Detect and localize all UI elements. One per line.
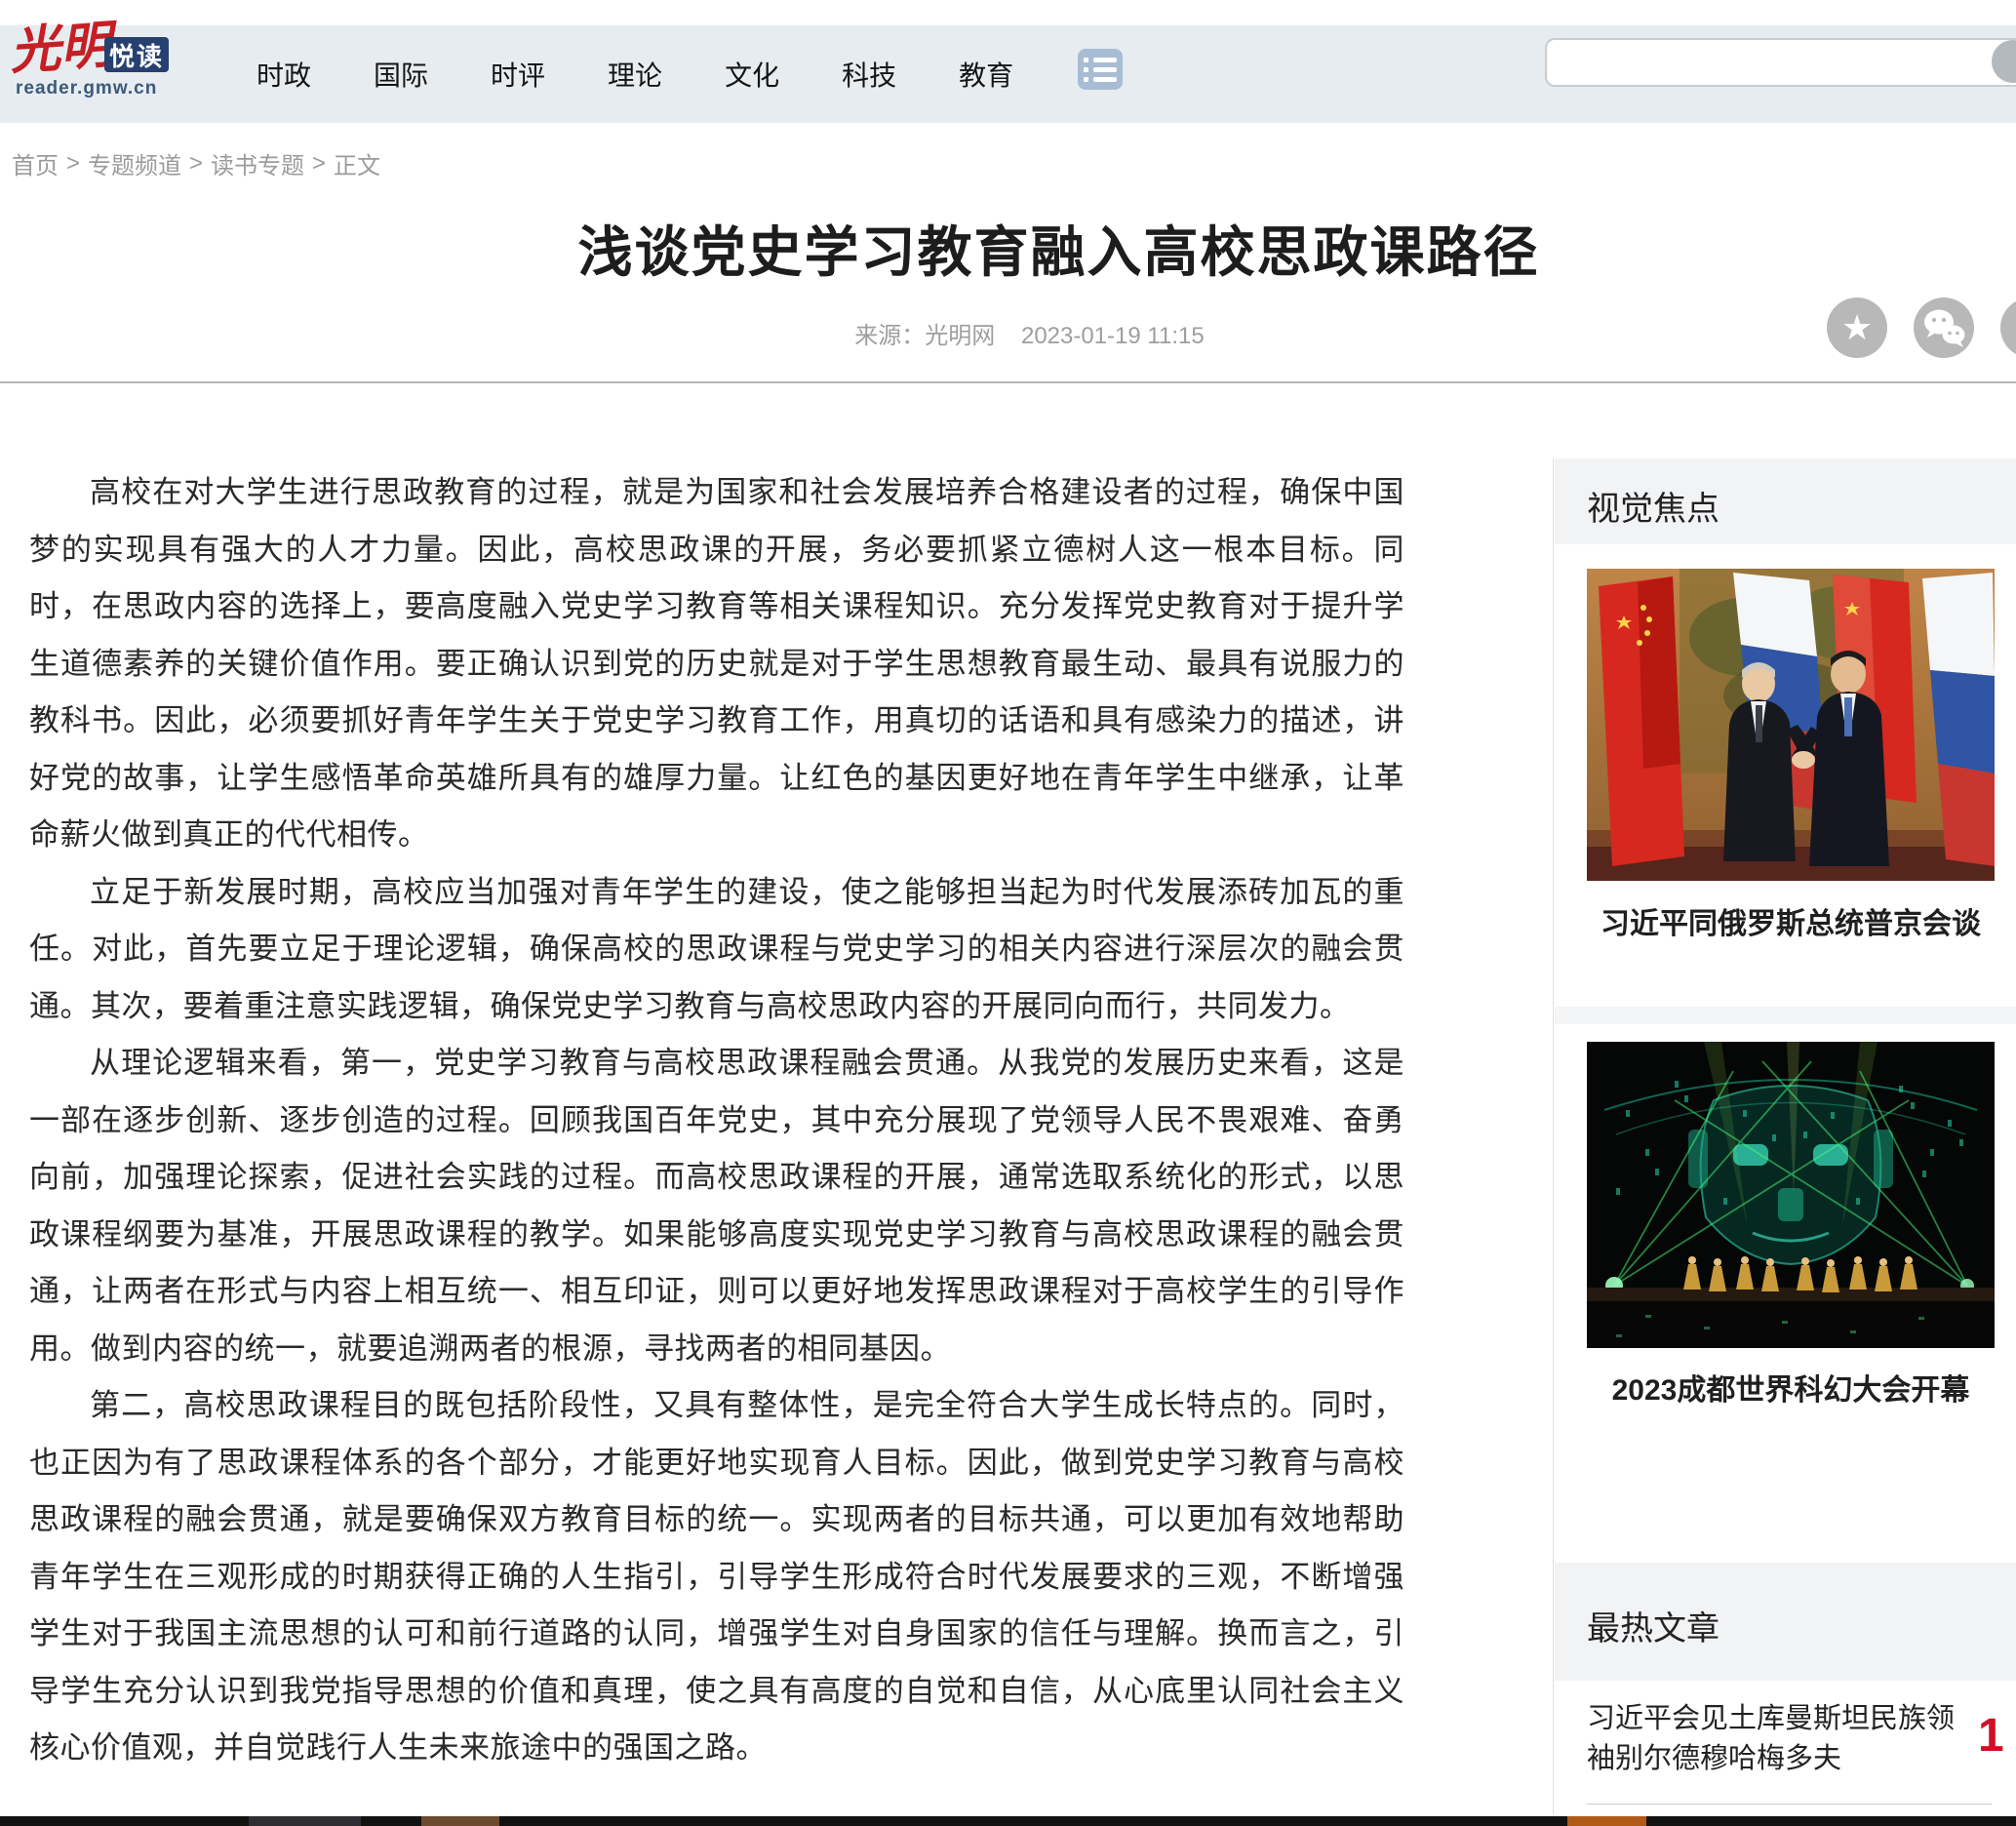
sidebar-divider-line bbox=[1553, 458, 1554, 1814]
nav-item-shizheng[interactable]: 时政 bbox=[257, 55, 311, 94]
hot-articles-title: 最热文章 bbox=[1587, 1602, 1720, 1649]
main-nav: 时政 国际 时评 理论 文化 科技 教育 bbox=[257, 55, 1013, 94]
article-source: 来源：光明网 bbox=[854, 323, 995, 349]
visual-focus-photo-xi-putin[interactable] bbox=[1587, 569, 1995, 881]
bottom-content-strip bbox=[0, 1816, 2016, 1826]
nav-item-wenhua[interactable]: 文化 bbox=[725, 55, 779, 94]
site-logo-script[interactable]: 光明 bbox=[8, 20, 112, 77]
share-buttons: ★ bbox=[1827, 298, 2016, 358]
hot-article-item-1[interactable]: 习近平会见土库曼斯坦民族领袖别尔德穆哈梅多夫 bbox=[1587, 1699, 1957, 1779]
menu-icon-row bbox=[1084, 67, 1117, 72]
qzone-star-icon: ★ bbox=[1827, 298, 1887, 358]
nav-item-keji[interactable]: 科技 bbox=[842, 55, 896, 94]
site-logo-badge[interactable]: 悦读 bbox=[104, 37, 169, 72]
visual-focus-caption-1[interactable]: 习近平同俄罗斯总统普京会谈 bbox=[1587, 899, 1995, 942]
search-input[interactable] bbox=[1557, 44, 1970, 83]
weibo-share-icon[interactable] bbox=[2000, 298, 2016, 358]
breadcrumb-separator: > bbox=[66, 150, 80, 178]
page: 光明 悦读 reader.gmw.cn 时政 国际 时评 理论 文化 科技 教育… bbox=[0, 0, 2016, 1826]
article-paragraph: 第二，高校思政课程目的既包括阶段性，又具有整体性，是完全符合大学生成长特点的。同… bbox=[29, 1377, 1404, 1777]
site-logo-domain[interactable]: reader.gmw.cn bbox=[16, 78, 157, 99]
breadcrumb-separator: > bbox=[189, 150, 203, 178]
qzone-share-icon[interactable]: ★ bbox=[1827, 298, 1887, 358]
visual-focus-caption-2[interactable]: 2023成都世界科幻大会开幕 bbox=[1587, 1366, 1995, 1409]
breadcrumb-current: 正文 bbox=[334, 146, 380, 180]
menu-icon-row bbox=[1084, 77, 1117, 82]
wechat-bubbles-icon bbox=[1914, 298, 1974, 358]
sidebar-section-separator bbox=[1555, 1007, 2016, 1024]
visual-focus-photo-scifi[interactable] bbox=[1587, 1042, 1995, 1348]
header-divider bbox=[0, 381, 2016, 383]
article-meta: 来源：光明网 2023-01-19 11:15 bbox=[101, 316, 1957, 350]
nav-item-lilun[interactable]: 理论 bbox=[608, 55, 662, 94]
menu-icon-row bbox=[1084, 58, 1117, 62]
breadcrumb: 首页 > 专题频道 > 读书专题 > 正文 bbox=[12, 146, 380, 180]
visual-focus-header: 视觉焦点 bbox=[1555, 458, 2016, 544]
article-paragraph: 高校在对大学生进行思政教育的过程，就是为国家和社会发展培养合格建设者的过程，确保… bbox=[29, 464, 1404, 864]
article-paragraph: 立足于新发展时期，高校应当加强对青年学生的建设，使之能够担当起为时代发展添砖加瓦… bbox=[29, 864, 1404, 1036]
wechat-share-icon[interactable] bbox=[1914, 298, 1974, 358]
nav-item-shiping[interactable]: 时评 bbox=[491, 55, 545, 94]
article-datetime: 2023-01-19 11:15 bbox=[1021, 323, 1205, 349]
visual-focus-title: 视觉焦点 bbox=[1587, 482, 1720, 530]
breadcrumb-channel[interactable]: 专题频道 bbox=[88, 146, 181, 180]
article-title: 浅谈党史学习教育融入高校思政课路径 bbox=[101, 209, 2016, 288]
nav-item-guoji[interactable]: 国际 bbox=[374, 55, 428, 94]
menu-list-icon[interactable] bbox=[1078, 49, 1123, 90]
breadcrumb-separator: > bbox=[312, 150, 326, 178]
nav-item-jiaoyu[interactable]: 教育 bbox=[959, 55, 1013, 94]
article-paragraph: 从理论逻辑来看，第一，党史学习教育与高校思政课程融会贯通。从我党的发展历史来看，… bbox=[29, 1035, 1404, 1377]
hot-articles-header: 最热文章 bbox=[1555, 1563, 2016, 1681]
hot-article-rank-1: 1 bbox=[1978, 1709, 2004, 1763]
article-body: 高校在对大学生进行思政教育的过程，就是为国家和社会发展培养合格建设者的过程，确保… bbox=[29, 464, 1404, 1777]
hot-article-divider bbox=[1587, 1804, 1992, 1805]
scifi-stage-image bbox=[1587, 1042, 1995, 1348]
breadcrumb-topic[interactable]: 读书专题 bbox=[211, 146, 304, 180]
search-box bbox=[1545, 38, 2016, 87]
xi-putin-handshake-image bbox=[1587, 569, 1995, 881]
breadcrumb-home[interactable]: 首页 bbox=[12, 146, 59, 180]
